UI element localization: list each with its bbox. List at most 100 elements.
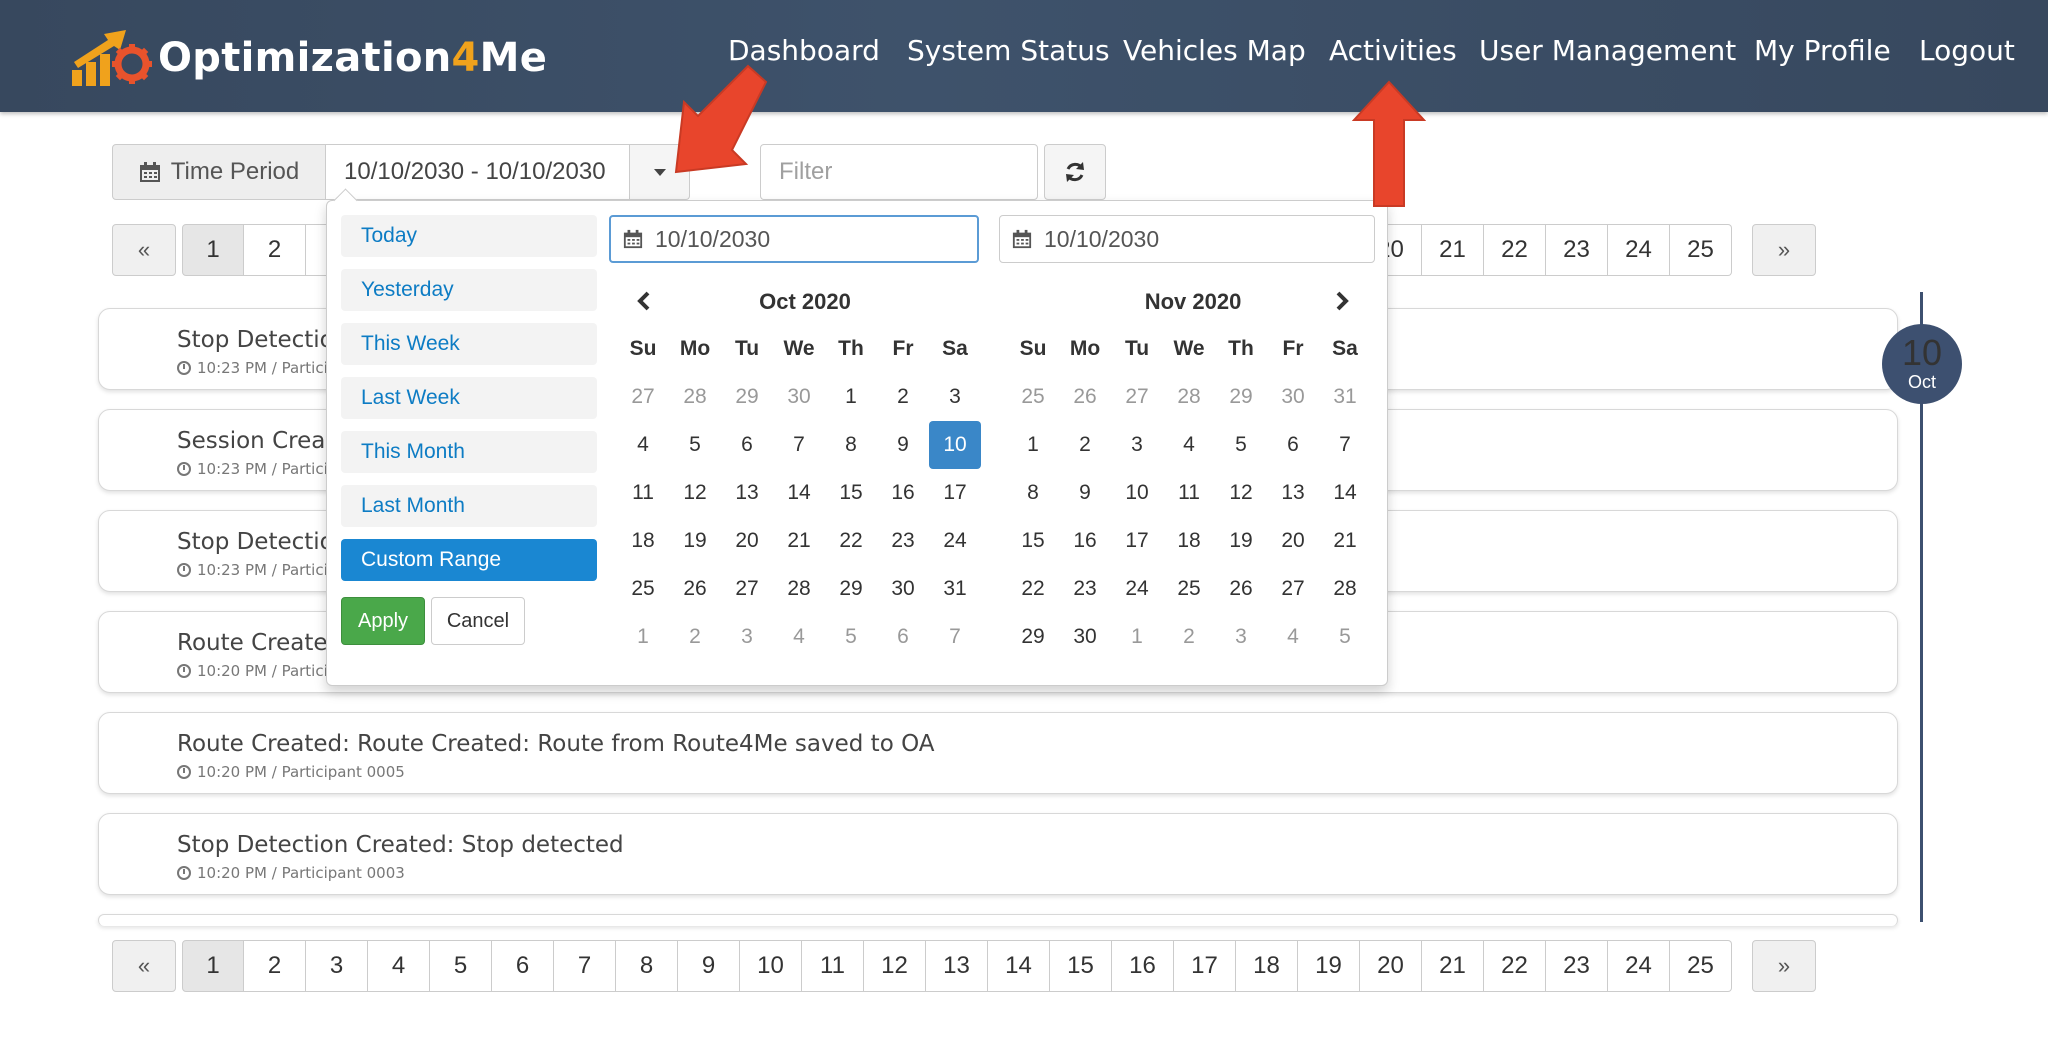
calendar-day[interactable]: 25 [1163,565,1215,613]
calendar-day[interactable]: 1 [1007,421,1059,469]
calendar-day[interactable]: 16 [1059,517,1111,565]
calendar-day[interactable]: 31 [1319,373,1371,421]
calendar-day[interactable]: 24 [1111,565,1163,613]
nav-my-profile[interactable]: My Profile [1754,34,1891,67]
calendar-day[interactable]: 18 [1163,517,1215,565]
page-link-1[interactable]: 1 [182,940,244,992]
activity-card[interactable]: Route Created: Route Created: Route from… [98,712,1898,794]
calendar-day[interactable]: 31 [929,565,981,613]
calendar-day-selected[interactable]: 10 [929,421,981,469]
page-link-23[interactable]: 23 [1546,224,1608,276]
calendar-day[interactable]: 30 [877,565,929,613]
calendar-day[interactable]: 20 [721,517,773,565]
calendar-day[interactable]: 12 [1215,469,1267,517]
page-link-22[interactable]: 22 [1484,224,1546,276]
calendar-day[interactable]: 29 [721,373,773,421]
page-link-16[interactable]: 16 [1112,940,1174,992]
calendar-day[interactable]: 22 [1007,565,1059,613]
end-date-field[interactable]: 10/10/2030 [999,215,1375,263]
range-yesterday[interactable]: Yesterday [341,269,597,311]
calendar-day[interactable]: 20 [1267,517,1319,565]
calendar-day[interactable]: 5 [669,421,721,469]
calendar-day[interactable]: 9 [877,421,929,469]
page-link-19[interactable]: 19 [1298,940,1360,992]
pagination-top-next[interactable]: » [1752,224,1816,276]
calendar-day[interactable]: 28 [1319,565,1371,613]
calendar-day[interactable]: 19 [1215,517,1267,565]
calendar-day[interactable]: 13 [721,469,773,517]
calendar-day[interactable]: 26 [669,565,721,613]
nav-activities[interactable]: Activities [1329,34,1457,67]
calendar-day[interactable]: 16 [877,469,929,517]
calendar-day[interactable]: 3 [1215,613,1267,661]
calendar-day[interactable]: 11 [1163,469,1215,517]
page-link-8[interactable]: 8 [616,940,678,992]
page-link-11[interactable]: 11 [802,940,864,992]
calendar-day[interactable]: 29 [1007,613,1059,661]
calendar-day[interactable]: 30 [1059,613,1111,661]
page-link-10[interactable]: 10 [740,940,802,992]
calendar-day[interactable]: 23 [877,517,929,565]
refresh-button[interactable] [1044,144,1106,200]
calendar-day[interactable]: 7 [773,421,825,469]
calendar-day[interactable]: 17 [1111,517,1163,565]
calendar-day[interactable]: 5 [1215,421,1267,469]
calendar-day[interactable]: 15 [1007,517,1059,565]
calendar-day[interactable]: 21 [1319,517,1371,565]
filter-input[interactable] [779,158,1019,186]
range-custom[interactable]: Custom Range [341,539,597,581]
pagination-top-prev[interactable]: « [112,224,176,276]
calendar-day[interactable]: 4 [773,613,825,661]
page-link-24[interactable]: 24 [1608,940,1670,992]
range-today[interactable]: Today [341,215,597,257]
nav-vehicles-map[interactable]: Vehicles Map [1123,34,1306,67]
page-link-24[interactable]: 24 [1608,224,1670,276]
calendar-day[interactable]: 5 [1319,613,1371,661]
calendar-day[interactable]: 8 [825,421,877,469]
calendar-day[interactable]: 3 [721,613,773,661]
page-link-20[interactable]: 20 [1360,940,1422,992]
calendar-day[interactable]: 28 [773,565,825,613]
range-last-month[interactable]: Last Month [341,485,597,527]
calendar-day[interactable]: 26 [1215,565,1267,613]
calendar-day[interactable]: 19 [669,517,721,565]
calendar-day[interactable]: 8 [1007,469,1059,517]
calendar-day[interactable]: 24 [929,517,981,565]
calendar-day[interactable]: 27 [1111,373,1163,421]
start-date-field[interactable]: 10/10/2030 [609,215,979,263]
apply-button[interactable]: Apply [341,597,425,645]
page-link-2[interactable]: 2 [244,224,306,276]
cancel-button[interactable]: Cancel [431,597,525,645]
calendar-day[interactable]: 2 [1059,421,1111,469]
page-link-23[interactable]: 23 [1546,940,1608,992]
calendar-day[interactable]: 28 [669,373,721,421]
page-link-6[interactable]: 6 [492,940,554,992]
calendar-day[interactable]: 13 [1267,469,1319,517]
calendar-day[interactable]: 28 [1163,373,1215,421]
nav-user-management[interactable]: User Management [1479,34,1736,67]
page-link-4[interactable]: 4 [368,940,430,992]
calendar-day[interactable]: 9 [1059,469,1111,517]
calendar-day[interactable]: 27 [1267,565,1319,613]
calendar-day[interactable]: 2 [877,373,929,421]
calendar-day[interactable]: 14 [773,469,825,517]
calendar-day[interactable]: 25 [1007,373,1059,421]
calendar-day[interactable]: 5 [825,613,877,661]
calendar-day[interactable]: 3 [929,373,981,421]
pagination-bottom-next[interactable]: » [1752,940,1816,992]
page-link-21[interactable]: 21 [1422,224,1484,276]
calendar-day[interactable]: 30 [1267,373,1319,421]
calendar-day[interactable]: 3 [1111,421,1163,469]
range-this-week[interactable]: This Week [341,323,597,365]
page-link-25[interactable]: 25 [1670,224,1732,276]
range-this-month[interactable]: This Month [341,431,597,473]
calendar-day[interactable]: 11 [617,469,669,517]
pagination-bottom-prev[interactable]: « [112,940,176,992]
calendar-day[interactable]: 25 [617,565,669,613]
calendar-day[interactable]: 1 [1111,613,1163,661]
calendar-day[interactable]: 4 [617,421,669,469]
calendar-day[interactable]: 12 [669,469,721,517]
page-link-1[interactable]: 1 [182,224,244,276]
calendar-day[interactable]: 23 [1059,565,1111,613]
page-link-21[interactable]: 21 [1422,940,1484,992]
